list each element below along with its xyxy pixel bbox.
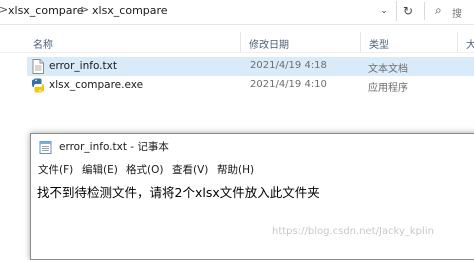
column-header-date[interactable]: 修改日期 [249, 36, 289, 51]
file-name: error_info.txt [49, 60, 117, 72]
address-dropdown-icon[interactable]: ⌄ [374, 1, 394, 21]
python-exe-icon [31, 78, 45, 93]
column-header-name[interactable]: 名称 [33, 36, 53, 51]
breadcrumb-separator[interactable]: > [80, 3, 89, 16]
menu-view[interactable]: 查看(V) [172, 162, 208, 177]
column-header-size[interactable]: 大 [466, 36, 474, 51]
menu-help[interactable]: 帮助(H) [217, 162, 254, 177]
file-date: 2021/4/19 4:18 [250, 60, 327, 71]
file-row-xlsx-compare-exe[interactable]: xlsx_compare.exe 2021/4/19 4:10 应用程序 [27, 76, 474, 95]
column-divider[interactable] [457, 32, 458, 52]
file-name: xlsx_compare.exe [49, 79, 144, 91]
notepad-window[interactable]: error_info.txt - 记事本 文件(F) 编辑(E) 格式(O) 查… [30, 133, 474, 260]
notepad-content: 找不到待检测文件，请将2个xlsx文件放入此文件夹 [37, 185, 320, 200]
notepad-title: error_info.txt - 记事本 [59, 141, 169, 153]
notepad-icon [39, 139, 52, 154]
file-type: 文本文档 [368, 64, 408, 75]
refresh-icon[interactable]: ↻ [396, 1, 419, 21]
breadcrumb-xlsx-compare-parent[interactable]: xlsx_compare [8, 4, 84, 17]
menu-edit[interactable]: 编辑(E) [82, 162, 118, 177]
search-placeholder: 搜 [452, 9, 462, 20]
file-row-error-info[interactable]: error_info.txt 2021/4/19 4:18 文本文档 [27, 57, 474, 76]
breadcrumb-xlsx-compare[interactable]: xlsx_compare [92, 4, 168, 17]
column-header-type[interactable]: 类型 [369, 36, 389, 51]
notepad-menu-bar: 文件(F) 编辑(E) 格式(O) 查看(V) 帮助(H) [31, 160, 474, 178]
column-divider[interactable] [240, 32, 241, 52]
file-type: 应用程序 [368, 83, 408, 94]
notepad-text-area[interactable]: 找不到待检测文件，请将2个xlsx文件放入此文件夹 [37, 180, 474, 256]
file-date: 2021/4/19 4:10 [250, 79, 327, 90]
column-headers: 名称 修改日期 类型 大 [0, 30, 474, 53]
search-box[interactable]: ⌕ 搜 [424, 2, 474, 20]
notepad-title-bar[interactable]: error_info.txt - 记事本 [31, 134, 474, 158]
search-icon: ⌕ [435, 3, 442, 17]
text-file-icon [31, 59, 45, 74]
watermark: https://blog.csdn.net/Jacky_kplin [272, 226, 434, 237]
column-divider[interactable] [360, 32, 361, 52]
menu-format[interactable]: 格式(O) [126, 162, 163, 177]
breadcrumb-separator: > [0, 3, 9, 16]
menu-file[interactable]: 文件(F) [38, 162, 73, 177]
address-bar[interactable]: > xlsx_compare > xlsx_compare ⌄ ↻ ⌕ 搜 [0, 0, 474, 25]
